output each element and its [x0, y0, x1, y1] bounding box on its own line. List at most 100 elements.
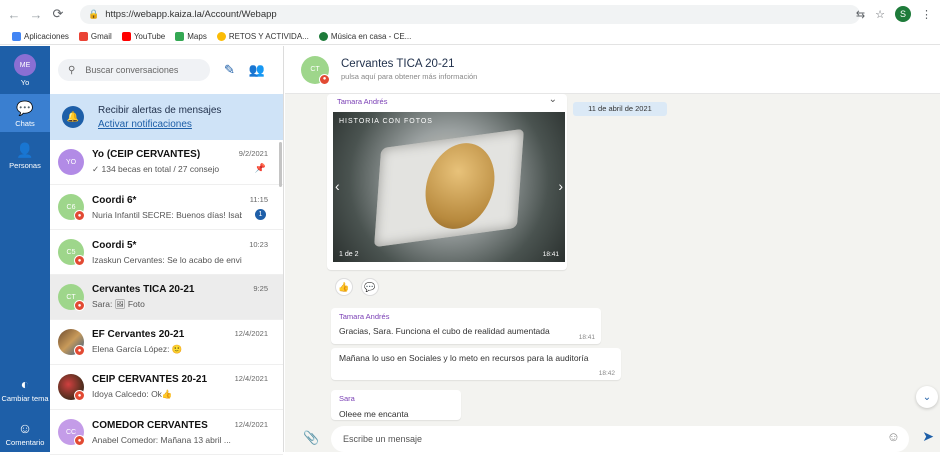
- rail-me[interactable]: ME Yo: [0, 54, 50, 87]
- chat-avatar: CT ●: [58, 284, 85, 311]
- chat-preview: Nuria Infantil SECRE: Buenos días! Isab.…: [92, 209, 242, 220]
- bookmark-apps[interactable]: Aplicaciones: [12, 31, 69, 41]
- me-avatar: ME: [14, 54, 36, 76]
- thumbs-up-icon[interactable]: 👍: [335, 278, 353, 296]
- message-sender: Tamara Andrés: [339, 312, 390, 321]
- new-chat-icon[interactable]: ✎: [224, 62, 235, 78]
- scroll-down-icon[interactable]: ⌄: [916, 386, 938, 408]
- theme-label: Cambiar tema: [1, 394, 49, 403]
- chat-list-item[interactable]: ● CEIP CERVANTES 20-21 Idoya Calcedo: Ok…: [50, 365, 283, 410]
- youtube-icon: [121, 31, 131, 41]
- album-label: HISTORIA CON FOTOS: [339, 118, 433, 125]
- reload-icon[interactable]: ⟳: [50, 6, 66, 22]
- emoji-icon[interactable]: ☺: [887, 429, 900, 444]
- chat-list-item[interactable]: ● EF Cervantes 20-21 Elena García López:…: [50, 320, 283, 365]
- me-label: Yo: [20, 78, 30, 87]
- group-badge-icon: ●: [74, 300, 85, 311]
- reply-icon[interactable]: 💬: [361, 278, 379, 296]
- chat-preview: Izaskun Cervantes: Se lo acabo de envi..…: [92, 254, 242, 265]
- message-sender: Tamara Andrés: [337, 97, 388, 106]
- conversation-subtitle: pulsa aquí para obtener más información: [341, 72, 478, 81]
- attach-icon[interactable]: 📎: [303, 430, 319, 446]
- album-count: 1 de 2: [339, 251, 359, 258]
- star-icon[interactable]: ☆: [875, 8, 885, 21]
- chat-preview: Anabel Comedor: Mañana 13 abril ...: [92, 434, 231, 445]
- bookmark-youtube[interactable]: YouTube: [121, 31, 165, 41]
- lock-icon: 🔒: [88, 9, 100, 19]
- bookmark-musica[interactable]: Música en casa - CE...: [318, 31, 411, 41]
- message-text: Oleee me encanta: [339, 409, 409, 419]
- chat-time: 11:15: [249, 194, 268, 204]
- group-badge-icon: ●: [74, 435, 85, 446]
- menu-icon[interactable]: ⋮: [921, 8, 932, 21]
- message-bubble: Sara Oleee me encanta: [331, 390, 461, 420]
- enable-notifications-link[interactable]: Activar notificaciones: [98, 119, 221, 130]
- smiley-icon: ☺: [17, 420, 33, 436]
- chat-list-item[interactable]: CC ● COMEDOR CERVANTES Anabel Comedor: Ma…: [50, 410, 283, 455]
- search-icon: ⚲: [68, 64, 76, 76]
- message-text: Mañana lo uso en Sociales y lo meto en r…: [339, 353, 589, 363]
- chat-avatar: YO: [58, 149, 84, 175]
- profile-avatar[interactable]: S: [895, 6, 911, 22]
- address-bar[interactable]: 🔒 https://webapp.kaiza.la/Account/Webapp: [80, 5, 860, 24]
- contacts-icon: 👤: [16, 142, 34, 158]
- message-bubble: Mañana lo uso en Sociales y lo meto en r…: [331, 348, 621, 380]
- chat-list-item[interactable]: C6 ● Coordi 6* Nuria Infantil SECRE: Buen…: [50, 185, 283, 230]
- rail-theme[interactable]: ◐ Cambiar tema: [0, 376, 50, 403]
- album-photo[interactable]: HISTORIA CON FOTOS ‹ › 1 de 2 18:41: [333, 112, 565, 262]
- chevron-left-icon[interactable]: ‹: [335, 178, 340, 194]
- message-input[interactable]: Escribe un mensaje: [331, 426, 909, 452]
- message-sender: Sara: [339, 394, 355, 403]
- chat-preview: ✓ 134 becas en total / 27 consejo: [92, 164, 220, 174]
- bookmark-gmail[interactable]: Gmail: [78, 31, 112, 41]
- back-icon[interactable]: ←: [6, 7, 22, 22]
- chat-list-item-selected[interactable]: CT ● Cervantes TICA 20-21 Sara: 🖼 Foto 9:…: [50, 275, 283, 320]
- chat-time: 12/4/2021: [234, 329, 268, 338]
- people-label: Personas: [9, 161, 41, 170]
- chevron-down-icon[interactable]: ⌄: [549, 94, 557, 105]
- alert-title: Recibir alertas de mensajes: [98, 104, 222, 116]
- rail-people[interactable]: 👤 Personas: [0, 142, 50, 170]
- chat-name: Coordi 5*: [92, 239, 137, 251]
- group-badge-icon: ●: [74, 255, 85, 266]
- rail-chats[interactable]: 💬 Chats: [0, 94, 50, 132]
- chat-time: 12/4/2021: [234, 374, 268, 383]
- app-rail: ME Yo 💬 Chats 👤 Personas ◐ Cambiar tema …: [0, 46, 50, 452]
- bell-off-icon: 🔔: [62, 106, 84, 128]
- bookmarks-bar: Aplicaciones Gmail YouTube Maps RETOS Y …: [0, 28, 940, 45]
- new-group-icon[interactable]: 👥: [249, 62, 265, 78]
- chrome-icon: [318, 31, 328, 41]
- send-icon[interactable]: ➤: [922, 428, 934, 445]
- theme-toggle-icon: ◐: [20, 376, 30, 392]
- conversation-avatar: CT ●: [301, 55, 330, 85]
- chrome-icon: [216, 31, 226, 41]
- notification-banner: 🔔 Recibir alertas de mensajes Activar no…: [50, 94, 283, 140]
- chat-preview: Elena García López: 🙂: [92, 344, 183, 354]
- chevron-right-icon[interactable]: ›: [558, 178, 563, 194]
- bookmark-retos[interactable]: RETOS Y ACTIVIDA...: [216, 31, 309, 41]
- message-text: Gracias, Sara. Funciona el cubo de reali…: [339, 326, 550, 336]
- conversation-list-pane: ⚲ Buscar conversaciones ✎ 👥 🔔 Recibir al…: [50, 46, 284, 455]
- chat-header[interactable]: CT ● Cervantes TICA 20-21 pulsa aquí para…: [285, 46, 940, 94]
- chat-avatar: C5 ●: [58, 239, 85, 266]
- chat-name: Cervantes TICA 20-21: [92, 284, 195, 295]
- rail-comment[interactable]: ☺ Comentario: [0, 420, 50, 447]
- bookmark-maps[interactable]: Maps: [175, 31, 207, 41]
- chat-list-item[interactable]: YO Yo (CEIP CERVANTES) ✓ 134 becas en to…: [50, 140, 283, 185]
- forward-icon[interactable]: →: [28, 7, 44, 22]
- unread-count: 1: [255, 208, 266, 220]
- group-badge-icon: ●: [74, 390, 85, 401]
- comment-label: Comentario: [5, 438, 45, 447]
- pin-icon: 📌: [254, 163, 266, 173]
- conversation-title: Cervantes TICA 20-21: [341, 58, 455, 70]
- search-input[interactable]: ⚲ Buscar conversaciones: [58, 59, 210, 81]
- browser-toolbar: ← → ⟳ 🔒 https://webapp.kaiza.la/Account/…: [0, 0, 940, 28]
- chat-time: 9:25: [253, 284, 268, 293]
- chat-name: Coordi 6*: [92, 194, 137, 206]
- translate-icon[interactable]: ⇆: [856, 8, 865, 21]
- chat-list-item[interactable]: C5 ● Coordi 5* Izaskun Cervantes: Se lo a…: [50, 230, 283, 275]
- photo-time: 18:41: [542, 251, 559, 258]
- list-scrollbar[interactable]: [279, 142, 282, 187]
- composer: 📎 Escribe un mensaje ☺ ➤: [285, 424, 940, 452]
- chat-avatar: C6 ●: [58, 194, 85, 221]
